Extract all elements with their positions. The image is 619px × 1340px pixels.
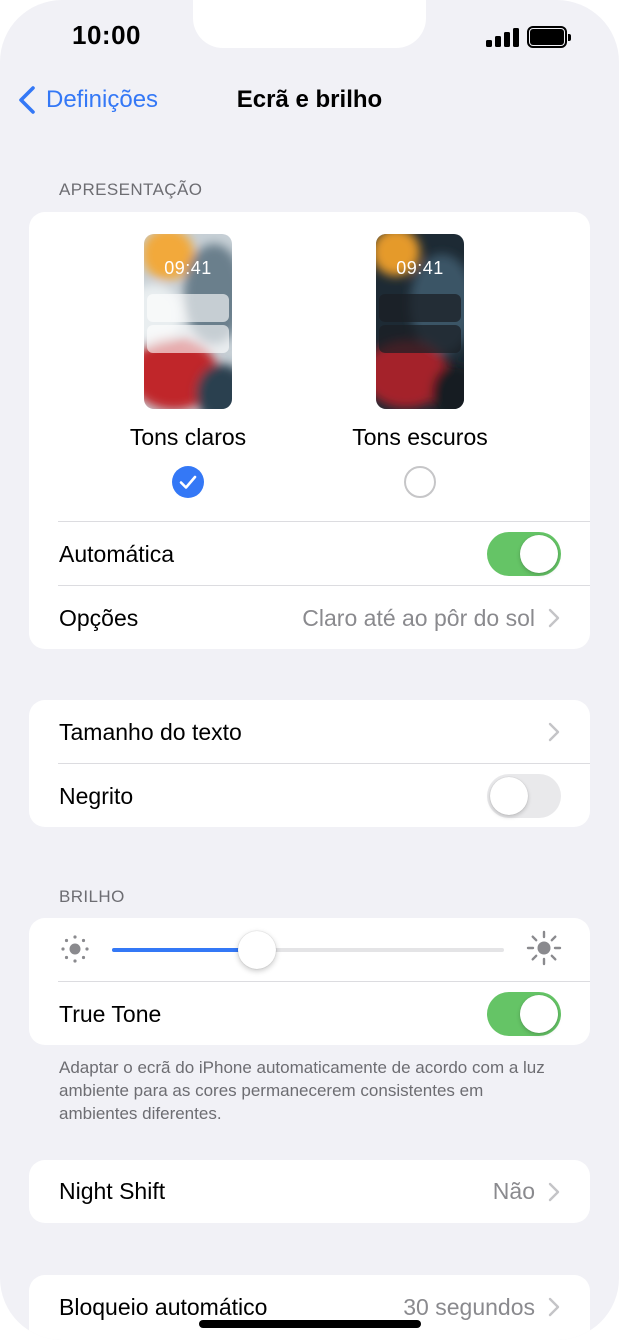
chevron-right-icon — [548, 608, 560, 628]
true-tone-toggle[interactable] — [487, 992, 561, 1036]
light-preview-time: 09:41 — [164, 258, 212, 278]
text-size-label: Tamanho do texto — [59, 718, 242, 745]
options-label: Opções — [59, 604, 139, 631]
true-tone-label: True Tone — [59, 1000, 162, 1027]
chevron-right-icon — [548, 1182, 560, 1201]
text-size-row[interactable]: Tamanho do texto — [29, 700, 590, 764]
light-mode-radio[interactable] — [172, 466, 204, 498]
auto-lock-label: Bloqueio automático — [59, 1293, 268, 1320]
bold-toggle[interactable] — [487, 774, 561, 818]
night-shift-card: Night Shift Não — [29, 1160, 590, 1223]
appearance-header: APRESENTAÇÃO — [59, 180, 203, 199]
chevron-right-icon — [548, 722, 560, 742]
brightness-header: BRILHO — [59, 887, 125, 906]
signal-icon — [486, 27, 520, 47]
notch — [193, 0, 426, 48]
appearance-card: 09:41 Tons claros 09:41 Tons escuros Aut… — [29, 212, 590, 649]
status-time: 10:00 — [72, 20, 141, 50]
brightness-slider-fill — [112, 948, 258, 952]
screen: 10:00 Definições Ecrã e brilho APRESENTA… — [0, 0, 619, 1340]
true-tone-row: True Tone — [29, 982, 590, 1045]
night-shift-label: Night Shift — [59, 1178, 166, 1204]
light-mode-label: Tons claros — [129, 424, 247, 450]
text-card: Tamanho do texto Negrito — [29, 700, 590, 827]
dark-preview-time: 09:41 — [396, 258, 444, 278]
dark-mode-preview: 09:41 — [376, 234, 464, 409]
automatic-toggle[interactable] — [487, 532, 561, 576]
light-mode-option[interactable]: 09:41 Tons claros — [88, 212, 288, 512]
auto-lock-value: 30 segundos — [403, 1293, 535, 1320]
brightness-card: True Tone — [29, 918, 590, 1045]
automatic-label: Automática — [59, 540, 175, 567]
dark-mode-option[interactable]: 09:41 Tons escuros — [320, 212, 520, 512]
options-row[interactable]: Opções Claro até ao pôr do sol — [29, 586, 590, 649]
dark-mode-label: Tons escuros — [352, 424, 488, 450]
light-mode-preview: 09:41 — [144, 234, 232, 409]
auto-lock-card: Bloqueio automático 30 segundos — [29, 1275, 590, 1340]
brightness-slider[interactable] — [112, 931, 504, 969]
home-indicator[interactable] — [199, 1320, 421, 1328]
checkmark-icon — [179, 475, 197, 489]
dark-mode-radio[interactable] — [404, 466, 436, 498]
chevron-right-icon — [548, 1297, 560, 1317]
night-shift-row[interactable]: Night Shift Não — [29, 1160, 590, 1223]
sun-min-icon — [61, 935, 89, 963]
bold-row: Negrito — [29, 764, 590, 827]
battery-icon — [527, 26, 573, 48]
brightness-slider-thumb[interactable] — [238, 931, 277, 969]
sun-max-icon — [526, 930, 562, 966]
bold-label: Negrito — [59, 782, 134, 809]
automatic-row: Automática — [29, 522, 590, 586]
page-title: Ecrã e brilho — [236, 86, 383, 113]
options-value: Claro até ao pôr do sol — [302, 604, 535, 631]
auto-lock-row[interactable]: Bloqueio automático 30 segundos — [29, 1275, 590, 1339]
night-shift-value: Não — [492, 1178, 535, 1204]
true-tone-footnote: Adaptar o ecrã do iPhone automaticamente… — [59, 1058, 545, 1123]
